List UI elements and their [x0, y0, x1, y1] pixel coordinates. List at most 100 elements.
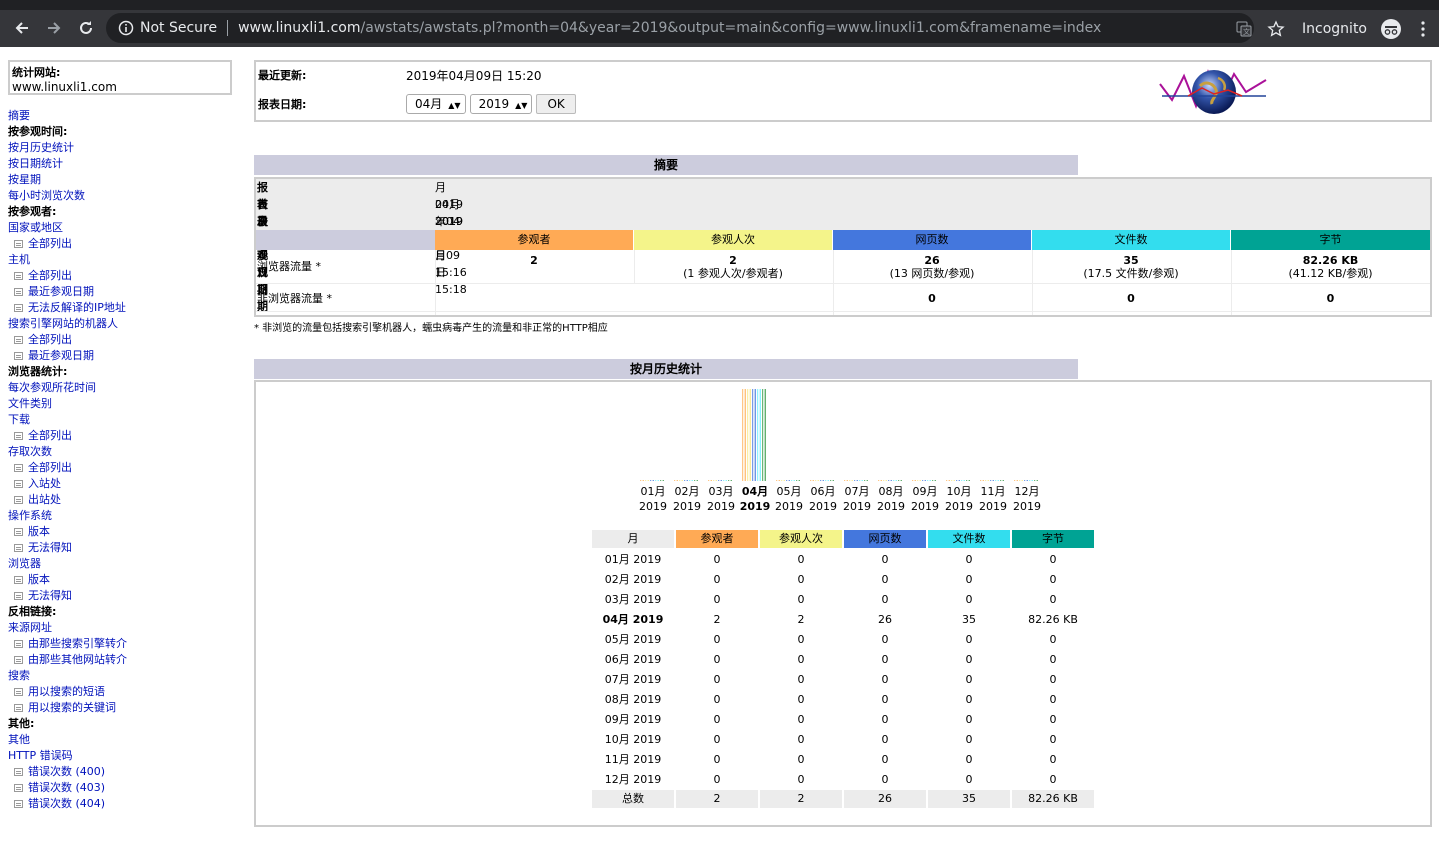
- menu-subitem[interactable]: 出站处: [8, 492, 238, 508]
- menu-item-label: 来源网址: [8, 621, 52, 634]
- menu-item-label: 最近参观日期: [28, 285, 94, 298]
- year-select[interactable]: 2019 ▲▼: [469, 94, 533, 114]
- menu-subitem[interactable]: 由那些搜索引擎转介: [8, 636, 238, 652]
- history-month-cell: 07月 2019: [604, 673, 662, 686]
- history-value-cell: 0: [713, 713, 721, 726]
- viewed-hits: 35 (17.5 文件数/参观): [1032, 254, 1230, 280]
- menu-item[interactable]: 其他: [8, 732, 238, 748]
- url-path: /awstats/awstats.pl?month=04&year=2019&o…: [360, 20, 1102, 36]
- menu-item[interactable]: 按日期统计: [8, 156, 238, 172]
- back-icon[interactable]: [6, 12, 38, 44]
- list-icon: [14, 464, 23, 472]
- menu-item-label: 错误次数 (403): [28, 781, 106, 794]
- menu-subitem[interactable]: 全部列出: [8, 236, 238, 252]
- menu-section-heading: 反相链接:: [8, 604, 238, 620]
- menu-item[interactable]: 搜索: [8, 668, 238, 684]
- history-value-cell: 0: [713, 633, 721, 646]
- history-value-cell: 0: [1049, 713, 1057, 726]
- menu-item[interactable]: 浏览器: [8, 556, 238, 572]
- awstats-logo[interactable]: [1158, 66, 1270, 118]
- menu-subitem[interactable]: 无法得知: [8, 540, 238, 556]
- history-col-header: 参观人次: [760, 530, 842, 548]
- viewed-visitors: 2: [435, 254, 633, 267]
- menu-item[interactable]: 摘要: [8, 108, 238, 124]
- menu-item[interactable]: 每小时浏览次数: [8, 188, 238, 204]
- menu-item[interactable]: 国家或地区: [8, 220, 238, 236]
- menu-subitem[interactable]: 用以搜索的短语: [8, 684, 238, 700]
- bookmark-star-icon[interactable]: [1260, 13, 1292, 45]
- menu-item-label: 摘要: [8, 109, 30, 122]
- address-bar[interactable]: Not Secure www.linuxli1.com/awstats/awst…: [106, 13, 1254, 43]
- history-value-cell: 0: [713, 733, 721, 746]
- menu-subitem[interactable]: 全部列出: [8, 332, 238, 348]
- menu-item[interactable]: 每次参观所花时间: [8, 380, 238, 396]
- history-value-cell: 0: [965, 553, 973, 566]
- menu-item[interactable]: 来源网址: [8, 620, 238, 636]
- incognito-icon[interactable]: [1375, 13, 1407, 45]
- history-value-cell: 0: [965, 653, 973, 666]
- history-value-cell: 0: [713, 693, 721, 706]
- menu-subitem[interactable]: 入站处: [8, 476, 238, 492]
- menu-item[interactable]: 搜索引擎网站的机器人: [8, 316, 238, 332]
- history-value-cell: 0: [797, 713, 805, 726]
- last-update-row: 最近更新: 2019年04月09日 15:20: [256, 65, 541, 85]
- history-total-cell: 26: [844, 790, 926, 808]
- menu-item-label: 国家或地区: [8, 221, 63, 234]
- list-icon: [14, 240, 23, 248]
- menu-subitem[interactable]: 全部列出: [8, 428, 238, 444]
- history-value-cell: 0: [797, 693, 805, 706]
- menu-subitem[interactable]: 错误次数 (403): [8, 780, 238, 796]
- menu-subitem[interactable]: 无法反解译的IP地址: [8, 300, 238, 316]
- menu-kebab-icon[interactable]: [1407, 13, 1439, 45]
- url-text[interactable]: www.linuxli1.com/awstats/awstats.pl?mont…: [238, 20, 1101, 36]
- menu-item-label: 全部列出: [28, 461, 72, 474]
- menu-item[interactable]: HTTP 错误码: [8, 748, 238, 764]
- history-value-cell: 35: [962, 613, 976, 626]
- security-indicator[interactable]: Not Secure: [118, 20, 217, 36]
- reload-icon[interactable]: [70, 12, 102, 44]
- menu-subitem[interactable]: 用以搜索的关键词: [8, 700, 238, 716]
- ok-button[interactable]: OK: [536, 94, 576, 114]
- translate-icon[interactable]: 文: [1228, 13, 1260, 45]
- col-hits: 文件数: [1032, 230, 1230, 250]
- list-icon: [14, 768, 23, 776]
- menu-item-label: 无法反解译的IP地址: [28, 301, 126, 314]
- month-select[interactable]: 04月 ▲▼: [406, 94, 466, 114]
- menu-subitem[interactable]: 无法得知: [8, 588, 238, 604]
- history-value-cell: 0: [881, 673, 889, 686]
- last-update-value: 2019年04月09日 15:20: [406, 68, 542, 83]
- menu-section-heading: 按参观时间:: [8, 124, 238, 140]
- incognito-label[interactable]: Incognito: [1302, 21, 1367, 37]
- menu-subitem[interactable]: 全部列出: [8, 268, 238, 284]
- menu-item[interactable]: 主机: [8, 252, 238, 268]
- list-icon: [14, 272, 23, 280]
- menu-subitem[interactable]: 错误次数 (404): [8, 796, 238, 812]
- menu-item-label: 每次参观所花时间: [8, 381, 96, 394]
- menu-item[interactable]: 下载: [8, 412, 238, 428]
- menu-subitem[interactable]: 最近参观日期: [8, 284, 238, 300]
- menu-subitem[interactable]: 版本: [8, 524, 238, 540]
- menu-subitem[interactable]: 全部列出: [8, 460, 238, 476]
- history-month-cell: 01月 2019: [604, 553, 662, 566]
- history-value-cell: 0: [965, 573, 973, 586]
- menu-item[interactable]: 文件类别: [8, 396, 238, 412]
- menu-subitem[interactable]: 由那些其他网站转介: [8, 652, 238, 668]
- menu-subitem[interactable]: 版本: [8, 572, 238, 588]
- history-month-cell: 10月 2019: [604, 733, 662, 746]
- list-icon: [14, 576, 23, 584]
- list-icon: [14, 336, 23, 344]
- menu-item[interactable]: 存取次数: [8, 444, 238, 460]
- history-total-cell: 82.26 KB: [1012, 790, 1094, 808]
- menu-item[interactable]: 按月历史统计: [8, 140, 238, 156]
- forward-icon[interactable]: [38, 12, 70, 44]
- history-total-cell: 35: [928, 790, 1010, 808]
- menu-subitem[interactable]: 最近参观日期: [8, 348, 238, 364]
- menu-subitem[interactable]: 错误次数 (400): [8, 764, 238, 780]
- menu-item-label: 搜索引擎网站的机器人: [8, 317, 118, 330]
- history-month-cell: 12月 2019: [604, 773, 662, 786]
- menu-item[interactable]: 操作系统: [8, 508, 238, 524]
- menu-item-label: 用以搜索的关键词: [28, 701, 116, 714]
- history-value-cell: 0: [881, 693, 889, 706]
- header-box: 最近更新: 2019年04月09日 15:20 报表日期: 04月 ▲▼ 2019…: [254, 60, 1432, 122]
- menu-item[interactable]: 按星期: [8, 172, 238, 188]
